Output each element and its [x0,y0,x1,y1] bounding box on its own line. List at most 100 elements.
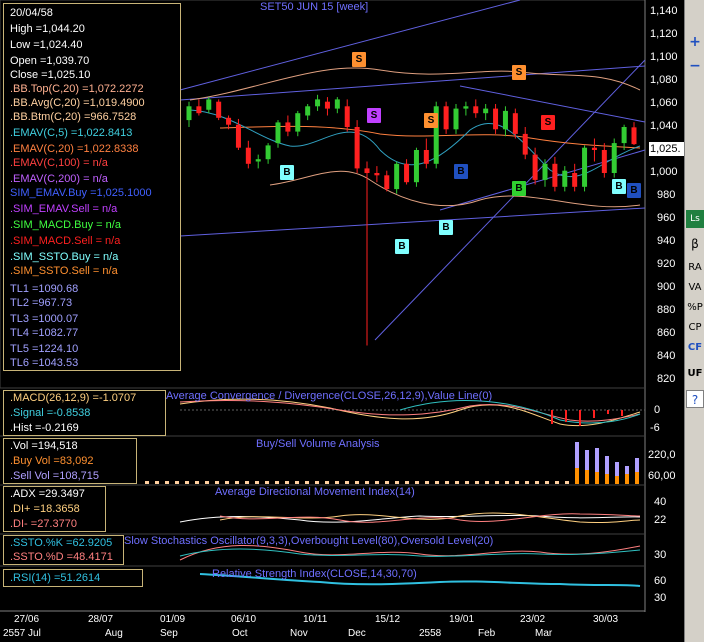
trendline[interactable] [179,0,521,91]
volume-bar [525,481,529,484]
cf-button[interactable]: CF [686,339,704,357]
volume-bar [245,481,249,484]
chart-title: SET50 JUN 15 [week] [260,1,369,13]
volume-bar [185,481,189,484]
candles[interactable] [186,94,637,346]
candle[interactable] [562,170,568,187]
trendlines[interactable] [179,0,646,341]
candle[interactable] [354,127,360,169]
candle[interactable] [324,101,330,109]
volume-bar [285,481,289,484]
candle[interactable] [206,99,212,110]
candle[interactable] [255,159,261,162]
candle[interactable] [493,108,499,130]
volume-bar [195,481,199,484]
month-tick-label: Oct [232,628,248,639]
candle[interactable] [404,163,410,183]
price-tick-label: 860 [657,327,676,339]
adx-plot [179,512,641,524]
info-bb-avg: .BB.Avg(C,20) =1,019.4900 [10,97,145,109]
volume-bar [155,481,159,484]
candle[interactable] [245,147,251,164]
candle[interactable] [285,122,291,132]
adx-title: Average Directional Movement Index(14) [215,486,415,498]
candle[interactable] [413,150,419,183]
rsi-value: .RSI(14) =51.2614 [10,572,101,584]
percent-p-button[interactable]: %P [686,299,704,317]
candle[interactable] [443,106,449,130]
candle[interactable] [364,168,370,173]
rsi-title: Relative Strength Index(CLOSE,14,30,70) [212,568,417,580]
info-open: Open =1,039.70 [10,55,90,67]
candle[interactable] [502,110,508,130]
candle[interactable] [216,101,222,118]
volume-bar [315,481,319,484]
candle[interactable] [532,154,538,180]
sell-signal-marker: S [424,113,438,128]
candle[interactable] [582,147,588,187]
candle[interactable] [334,99,340,109]
candle[interactable] [611,143,617,173]
sell-signal-marker: S [541,115,555,130]
candle[interactable] [394,163,400,190]
trendline[interactable] [374,59,646,341]
candle[interactable] [591,147,597,150]
volume-buy: .Buy Vol =83,092 [10,455,94,467]
candle[interactable] [384,175,390,190]
candle[interactable] [453,108,459,130]
candle[interactable] [265,145,271,160]
candle[interactable] [235,124,241,148]
candle[interactable] [374,173,380,176]
date-tick-label: 15/12 [375,614,401,625]
price-tick-label: 1,080 [650,74,678,86]
candle[interactable] [512,113,518,134]
candle[interactable] [305,106,311,116]
volume-bar [545,481,549,484]
price-tick-label: 920 [657,258,676,270]
ra-button[interactable]: RA [686,259,704,277]
candle[interactable] [423,150,429,164]
zoom-out-button[interactable]: − [686,57,704,75]
candle[interactable] [542,163,548,180]
candle[interactable] [572,173,578,187]
candle[interactable] [631,127,637,145]
cp-button[interactable]: CP [686,319,704,337]
beta-button[interactable]: β [686,235,704,253]
va-button[interactable]: VA [686,279,704,297]
volume-bar [395,481,399,484]
candle[interactable] [186,106,192,121]
zoom-in-button[interactable]: + [686,33,704,51]
candle[interactable] [463,106,469,109]
candle[interactable] [483,108,489,114]
price-tick-label: 960 [657,212,676,224]
volume-bar [145,481,149,484]
macd-tick: 0 [654,404,661,416]
candle[interactable] [621,127,627,144]
ssto-tick: 30 [654,549,667,561]
sell-signal-marker: S [367,108,381,123]
help-button[interactable]: ? [686,390,704,408]
candle[interactable] [295,113,301,132]
volume-bar [555,481,559,484]
candle[interactable] [196,106,202,114]
candle[interactable] [226,117,232,125]
candle[interactable] [473,106,479,114]
volume-bar [485,481,489,484]
info-close: Close =1,025.10 [10,69,91,81]
candle[interactable] [315,99,321,107]
ls-button[interactable]: Ls [686,210,704,228]
macd-plot [179,398,645,427]
month-tick-label: Aug [105,628,123,639]
bb-avg-line [219,125,641,149]
volume-bar [175,481,179,484]
volume-bar [495,481,499,484]
candle[interactable] [344,106,350,127]
uf-button[interactable]: UF [686,365,704,383]
volume-tick: 60,00 [648,470,676,482]
candle[interactable] [275,122,281,144]
candle[interactable] [522,133,528,155]
trendline[interactable] [179,207,646,237]
candle[interactable] [601,150,607,173]
candle[interactable] [552,163,558,187]
month-tick-label: Mar [535,628,553,639]
